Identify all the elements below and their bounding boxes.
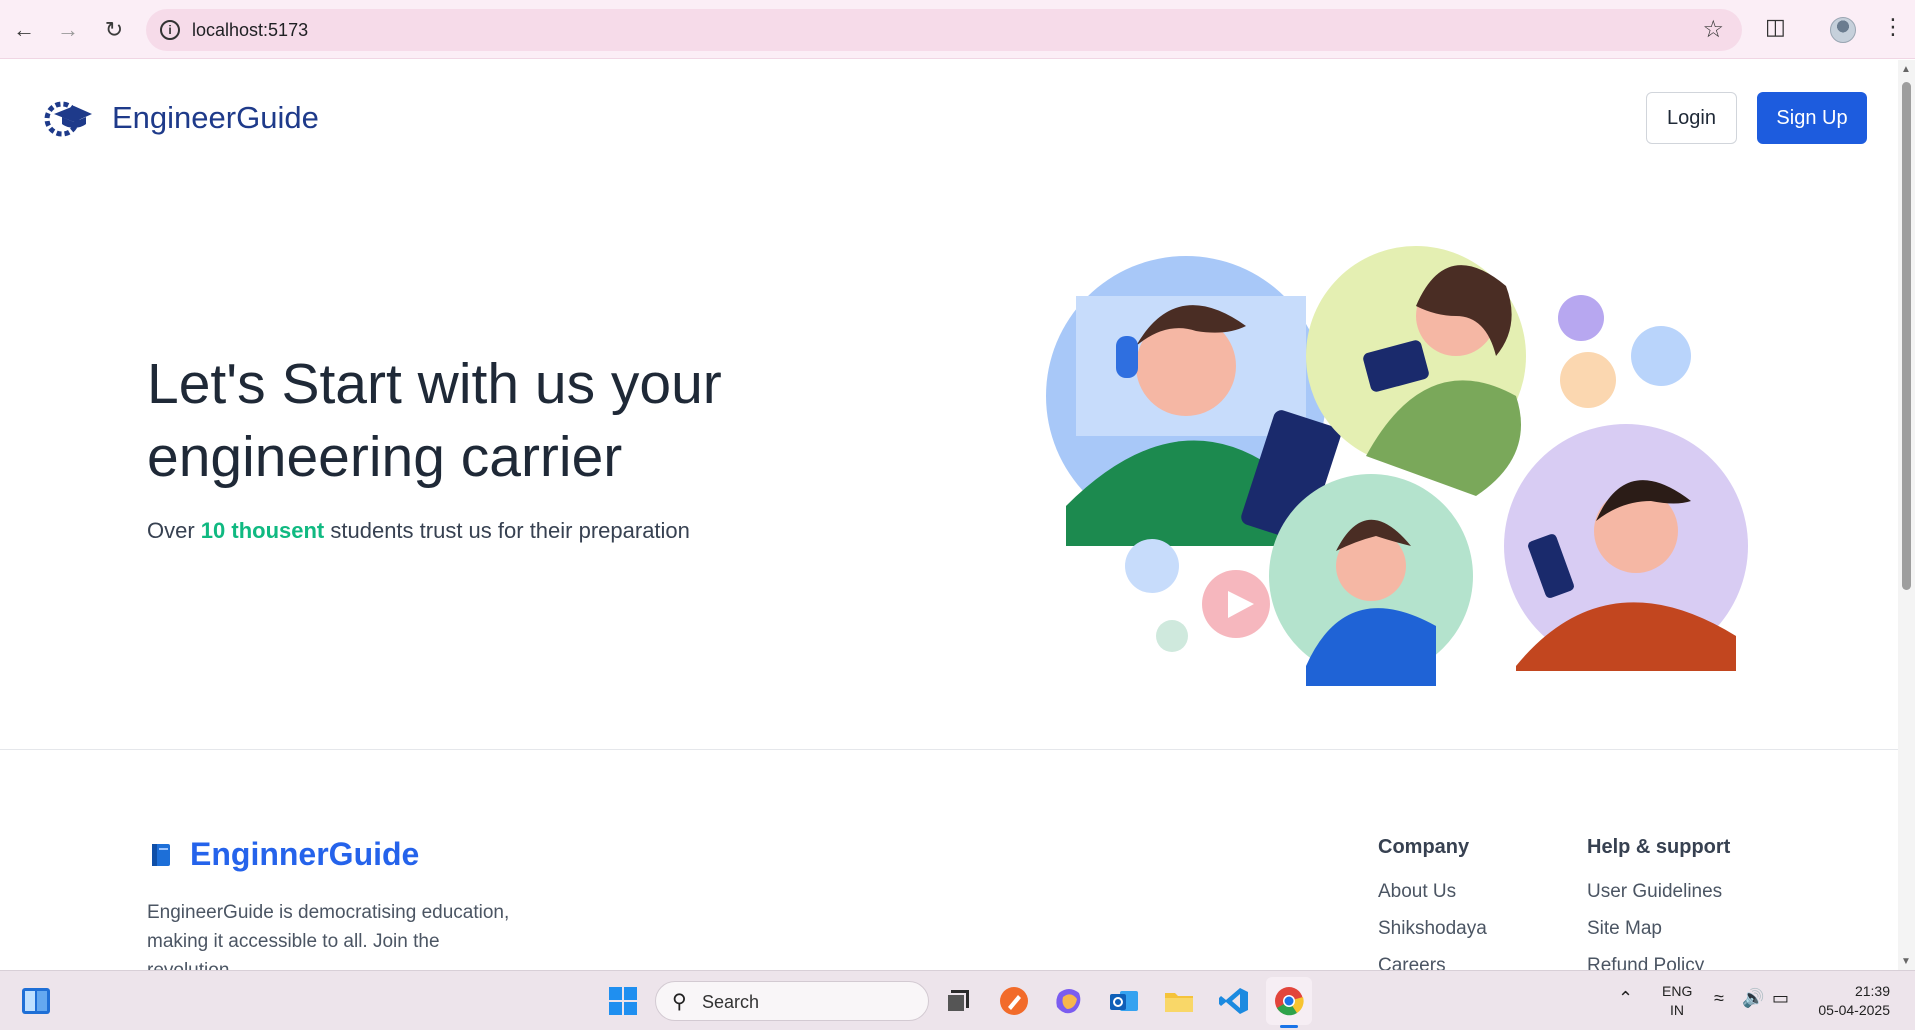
- clock[interactable]: 21:39 05-04-2025: [1810, 982, 1890, 1020]
- footer-company-column: Company About Us Shikshodaya Careers: [1378, 836, 1487, 970]
- language-indicator[interactable]: ENG IN: [1662, 982, 1692, 1020]
- lang-line2: IN: [1670, 1002, 1684, 1018]
- chrome-icon[interactable]: [1273, 985, 1305, 1017]
- hero-title-line1: Let's Start with us your: [147, 352, 722, 416]
- chrome-running-indicator: [1280, 1025, 1298, 1028]
- gear-cap-logo-icon: [44, 101, 92, 137]
- footer-help-heading: Help & support: [1587, 836, 1731, 858]
- menu-kebab-icon[interactable]: ⋮: [1882, 14, 1904, 40]
- taskbar-search-placeholder: Search: [702, 992, 760, 1012]
- outlook-icon[interactable]: [1108, 985, 1140, 1017]
- lang-line1: ENG: [1662, 983, 1693, 999]
- site-info-icon[interactable]: i: [160, 20, 180, 40]
- windows-start-icon[interactable]: [607, 985, 639, 1017]
- footer-link-refund-policy[interactable]: Refund Policy: [1587, 947, 1730, 970]
- signup-button[interactable]: Sign Up: [1757, 92, 1867, 144]
- scroll-up-icon[interactable]: ▲: [1901, 64, 1911, 75]
- widgets-icon[interactable]: [20, 985, 52, 1017]
- file-explorer-icon[interactable]: [1163, 985, 1195, 1017]
- copilot-icon[interactable]: [1053, 985, 1085, 1017]
- footer-link-site-map[interactable]: Site Map: [1587, 910, 1730, 947]
- book-icon: [152, 843, 170, 866]
- students-illustration: [1046, 246, 1748, 686]
- login-button[interactable]: Login: [1646, 92, 1737, 144]
- hero-sub-prefix: Over: [147, 518, 201, 543]
- back-icon[interactable]: ←: [6, 12, 42, 48]
- brand-name: EngineerGuide: [112, 100, 319, 135]
- profile-avatar[interactable]: [1830, 17, 1856, 43]
- hero-subtitle: Over 10 thousent students trust us for t…: [147, 518, 690, 544]
- footer-link-shikshodaya[interactable]: Shikshodaya: [1378, 910, 1487, 947]
- forward-icon[interactable]: →: [50, 12, 86, 48]
- bookmark-star-icon[interactable]: ☆: [1702, 15, 1724, 44]
- footer-description: EngineerGuide is democratising education…: [147, 902, 510, 970]
- browser-toolbar: ← → ↻ i localhost:5173 ☆ ◫ ⋮: [0, 0, 1915, 59]
- vscode-icon[interactable]: [1218, 985, 1250, 1017]
- windows-taskbar: ⚲ Search ⌃ ENG IN ≈ 🔊 ▭ 21:39 05-04-2025: [0, 970, 1915, 1030]
- taskbar-search[interactable]: ⚲ Search: [655, 981, 929, 1021]
- wifi-icon[interactable]: ≈: [1714, 989, 1724, 1008]
- battery-icon[interactable]: ▭: [1772, 989, 1789, 1008]
- address-bar[interactable]: i localhost:5173 ☆: [146, 9, 1742, 51]
- scroll-down-icon[interactable]: ▼: [1901, 956, 1911, 967]
- footer-link-user-guidelines[interactable]: User Guidelines: [1587, 873, 1730, 910]
- clock-time: 21:39: [1854, 983, 1890, 999]
- footer-brand-name: EnginnerGuide: [190, 836, 420, 872]
- footer-help-column: Help & support User Guidelines Site Map …: [1587, 836, 1730, 970]
- footer-link-about-us[interactable]: About Us: [1378, 873, 1487, 910]
- section-divider: [0, 749, 1898, 750]
- footer-link-careers[interactable]: Careers: [1378, 947, 1487, 970]
- scrollbar-thumb[interactable]: [1902, 82, 1911, 590]
- hero-sub-highlight: 10 thousent: [200, 518, 325, 543]
- footer-company-heading: Company: [1378, 836, 1470, 858]
- search-icon: ⚲: [672, 991, 687, 1013]
- task-view-icon[interactable]: [942, 985, 974, 1017]
- tray-overflow-chevron-icon[interactable]: ⌃: [1618, 989, 1633, 1008]
- header-brand[interactable]: EngineerGuide: [40, 96, 319, 140]
- hero-title-line2: engineering carrier: [147, 425, 623, 489]
- pen-app-icon[interactable]: [998, 985, 1030, 1017]
- footer-brand[interactable]: EnginnerGuide: [150, 836, 419, 873]
- volume-icon[interactable]: 🔊: [1742, 989, 1764, 1008]
- url-text[interactable]: localhost:5173: [192, 20, 308, 41]
- hero-sub-suffix: students trust us for their preparation: [324, 518, 690, 543]
- hero-title: Let's Start with us your engineering car…: [147, 348, 847, 494]
- reload-icon[interactable]: ↻: [96, 12, 132, 48]
- extensions-icon[interactable]: ◫: [1765, 14, 1786, 40]
- page-viewport: EngineerGuide Login Sign Up Let's Start …: [0, 60, 1898, 970]
- clock-date: 05-04-2025: [1818, 1002, 1890, 1018]
